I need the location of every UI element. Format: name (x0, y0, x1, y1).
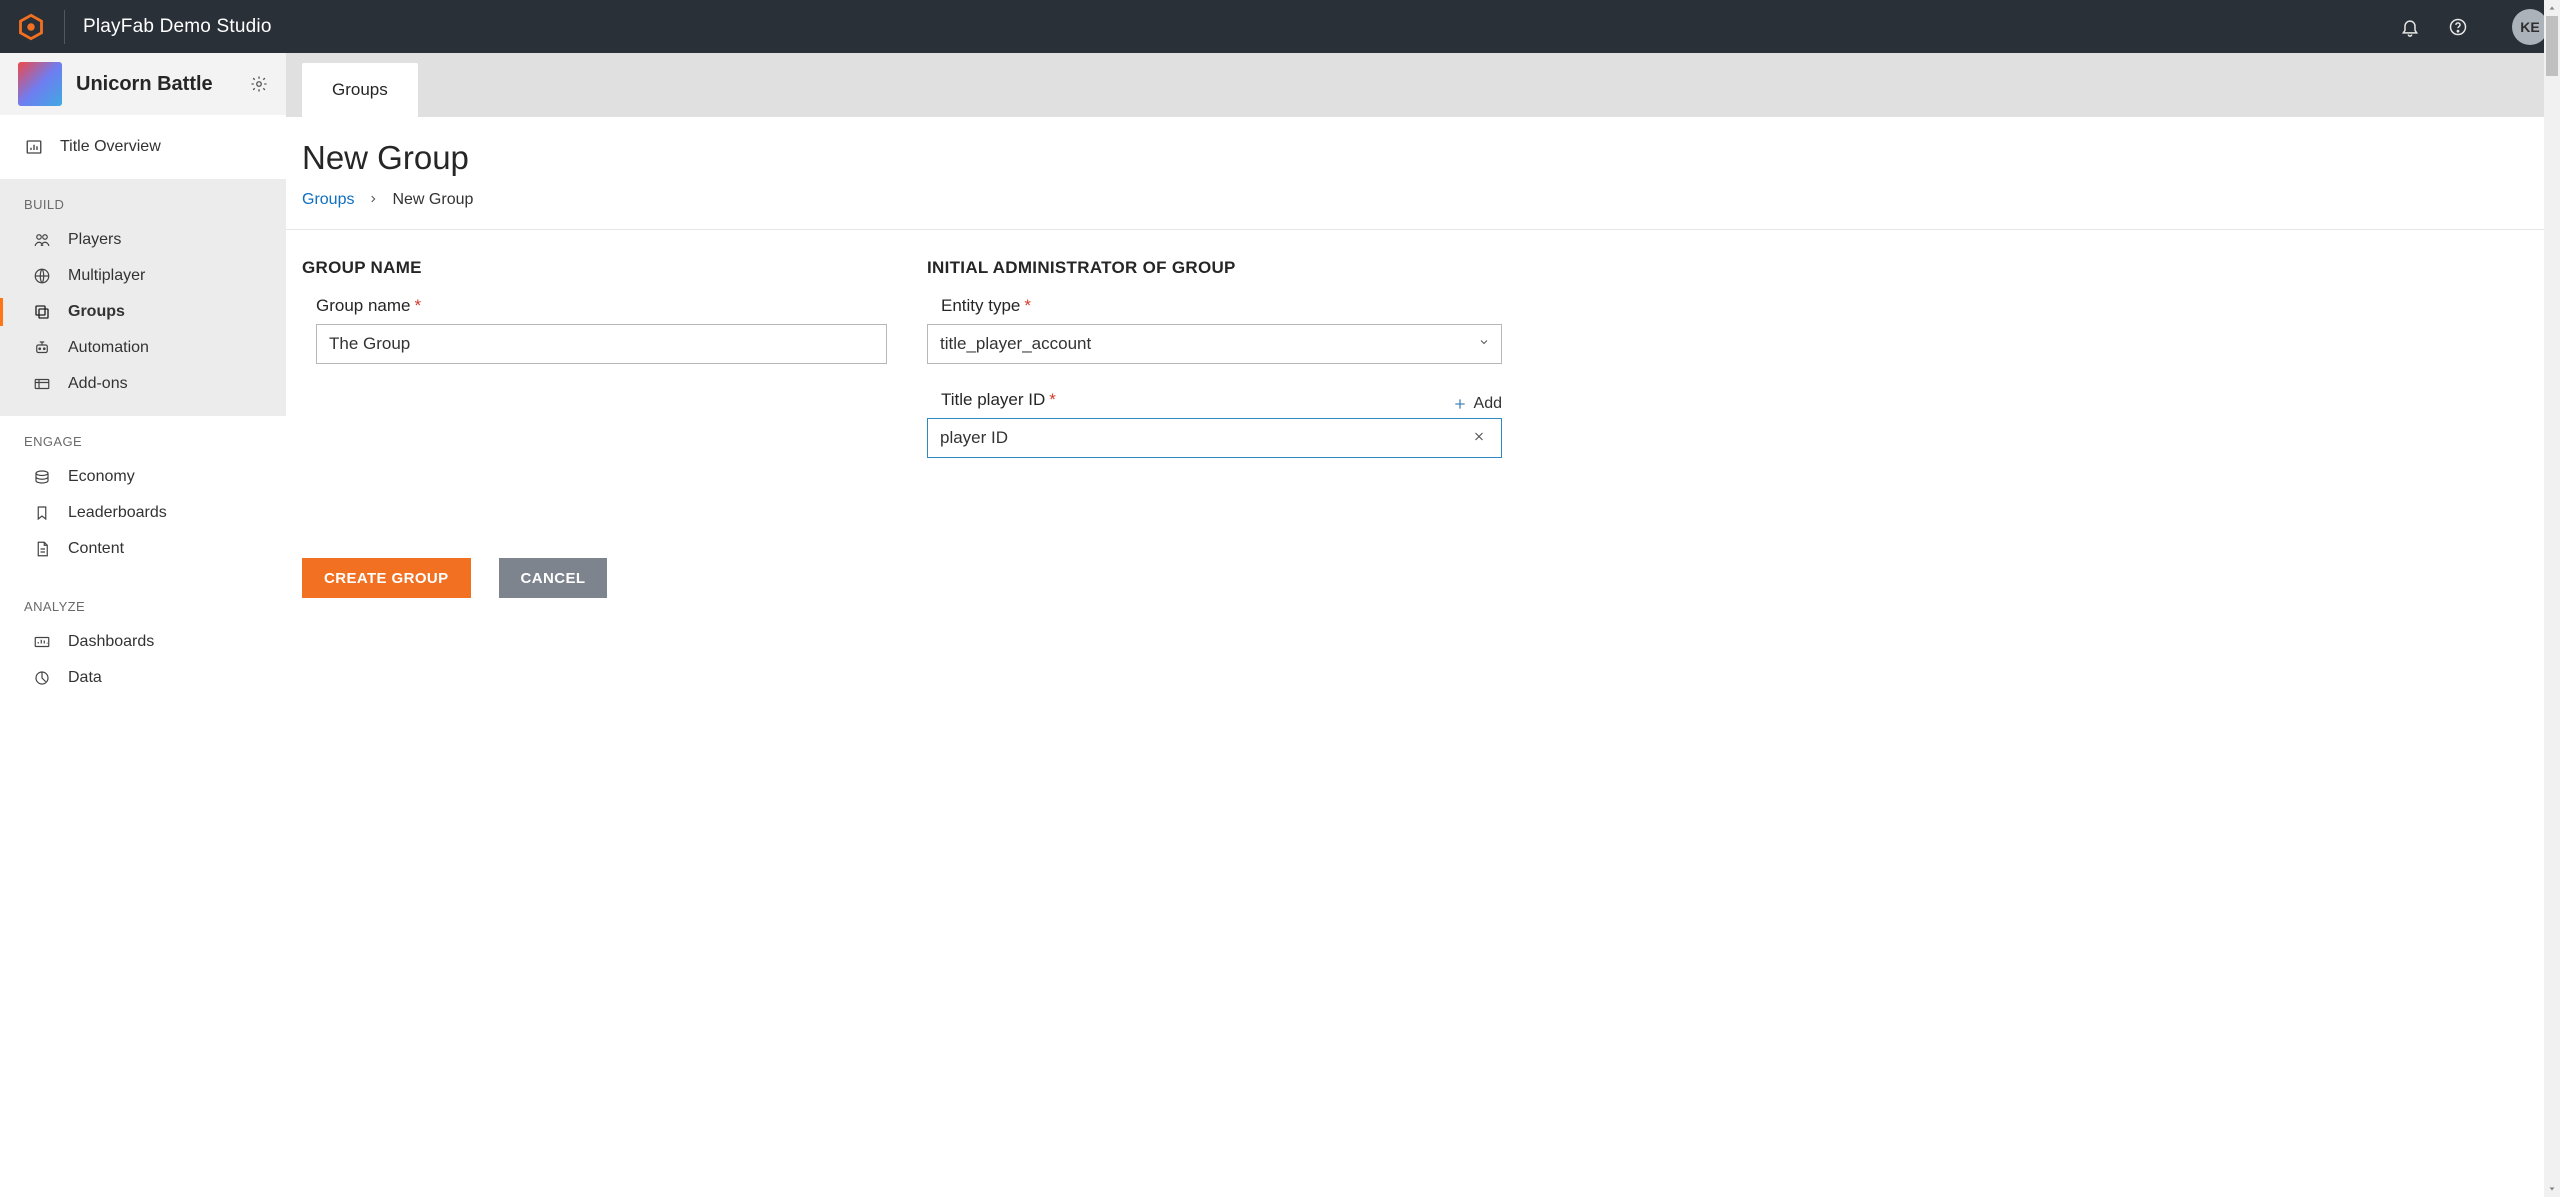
sidebar-item-label: Multiplayer (68, 267, 145, 285)
tab-groups[interactable]: Groups (302, 63, 418, 117)
sidebar-item-label: Players (68, 231, 121, 249)
sidebar-item-label: Add-ons (68, 375, 128, 393)
economy-icon (32, 468, 52, 486)
avatar-initials: KE (2520, 19, 2539, 35)
help-button[interactable] (2448, 17, 2468, 37)
sidebar-item-label: Leaderboards (68, 504, 167, 522)
breadcrumb-root-link[interactable]: Groups (302, 191, 354, 209)
page-title: New Group (302, 139, 2560, 177)
gear-icon (250, 75, 268, 93)
sidebar-item-content[interactable]: Content (0, 531, 286, 567)
sidebar-item-leaderboards[interactable]: Leaderboards (0, 495, 286, 531)
sidebar-item-label: Economy (68, 468, 135, 486)
tab-bar: Groups (286, 53, 2560, 117)
notifications-button[interactable] (2400, 17, 2420, 37)
top-bar-separator (64, 10, 65, 44)
document-icon (32, 540, 52, 558)
chevron-right-icon (368, 191, 378, 209)
sidebar-item-label: Automation (68, 339, 149, 357)
label-group-name: Group name* (302, 296, 887, 316)
title-name: Unicorn Battle (76, 73, 236, 96)
sidebar-item-dashboards[interactable]: Dashboards (0, 624, 286, 660)
players-icon (32, 231, 52, 249)
sidebar-item-label: Data (68, 669, 102, 687)
groups-icon (32, 303, 52, 321)
label-title-player-id: Title player ID* (927, 390, 1056, 410)
sidebar-item-label: Content (68, 540, 124, 558)
main-content: Groups New Group Groups New Group GROUP … (286, 53, 2560, 1197)
section-header-build: BUILD (0, 179, 286, 222)
home-logo[interactable] (16, 12, 46, 42)
scroll-up-arrow[interactable] (2544, 0, 2560, 16)
clear-input-button[interactable] (1468, 424, 1490, 453)
sidebar-item-groups[interactable]: Groups (0, 294, 286, 330)
sidebar-item-economy[interactable]: Economy (0, 459, 286, 495)
title-row[interactable]: Unicorn Battle (0, 53, 286, 115)
sidebar-item-addons[interactable]: Add-ons (0, 366, 286, 402)
section-header-analyze: ANALYZE (0, 581, 286, 624)
sidebar-item-multiplayer[interactable]: Multiplayer (0, 258, 286, 294)
data-icon (32, 669, 52, 687)
section-title-admin: INITIAL ADMINISTRATOR OF GROUP (927, 258, 1502, 278)
page-header: New Group Groups New Group (286, 117, 2560, 230)
title-thumbnail (18, 62, 62, 106)
entity-type-select[interactable] (927, 324, 1502, 364)
cancel-button[interactable]: CANCEL (499, 558, 608, 598)
robot-icon (32, 339, 52, 357)
sidebar-item-data[interactable]: Data (0, 660, 286, 696)
globe-icon (32, 267, 52, 285)
studio-name[interactable]: PlayFab Demo Studio (83, 16, 272, 38)
label-entity-type: Entity type* (927, 296, 1502, 316)
gauge-icon (32, 633, 52, 651)
title-settings-button[interactable] (250, 75, 268, 93)
sidebar-item-title-overview[interactable]: Title Overview (0, 129, 286, 165)
group-name-input[interactable] (316, 324, 887, 364)
sidebar-item-label: Dashboards (68, 633, 154, 651)
breadcrumb-current: New Group (392, 191, 473, 209)
vertical-scrollbar[interactable] (2544, 0, 2560, 1197)
help-icon (2448, 17, 2468, 37)
sidebar-item-players[interactable]: Players (0, 222, 286, 258)
create-group-button[interactable]: CREATE GROUP (302, 558, 471, 598)
scrollbar-thumb[interactable] (2546, 16, 2558, 76)
sidebar-item-label: Groups (68, 303, 125, 321)
sidebar: Unicorn Battle Title Overview BUILD (0, 53, 286, 1197)
section-title-group-name: GROUP NAME (302, 258, 887, 278)
section-header-engage: ENGAGE (0, 416, 286, 459)
bar-chart-icon (24, 138, 44, 156)
sidebar-item-label: Title Overview (60, 138, 161, 156)
user-avatar[interactable]: KE (2512, 9, 2548, 45)
plus-icon (1452, 396, 1468, 412)
bell-icon (2400, 17, 2420, 37)
top-bar: PlayFab Demo Studio KE (0, 0, 2560, 53)
sidebar-item-automation[interactable]: Automation (0, 330, 286, 366)
close-icon (1472, 430, 1486, 444)
breadcrumb: Groups New Group (302, 191, 2560, 209)
scroll-down-arrow[interactable] (2544, 1181, 2560, 1197)
add-player-id-button[interactable]: Add (1452, 395, 1502, 413)
playfab-logo-icon (17, 13, 45, 41)
title-player-id-input[interactable] (927, 418, 1502, 458)
addons-icon (32, 375, 52, 393)
bookmark-icon (32, 504, 52, 522)
